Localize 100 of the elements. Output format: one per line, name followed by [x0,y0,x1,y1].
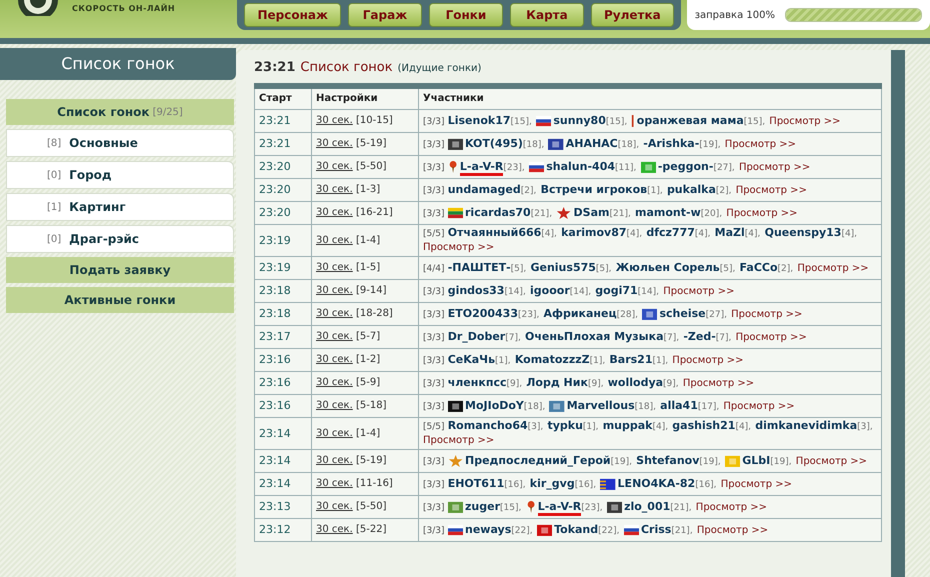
player-link[interactable]: pukalka [666,182,716,196]
player-link[interactable]: -Zed- [683,330,716,342]
settings-link[interactable]: 30 сек. [316,262,353,273]
view-link[interactable]: Просмотр >> [736,184,807,196]
view-link[interactable]: Просмотр >> [696,502,768,512]
view-link[interactable]: Просмотр >> [682,378,754,388]
player-link[interactable]: Marvellous [566,398,635,412]
player-link[interactable]: Африканец [544,306,617,320]
view-link[interactable]: Просмотр >> [726,208,798,218]
player-link[interactable]: gogi71 [595,284,638,296]
nav-button[interactable]: Персонаж [244,3,341,27]
settings-link[interactable]: 30 сек. [316,524,353,535]
player-link[interactable]: muppak [602,419,652,432]
player-link[interactable]: оранжевая мама [636,114,744,126]
settings-link[interactable]: 30 сек. [316,207,353,218]
player-link[interactable]: FaCCo [740,260,778,274]
player-link[interactable]: -Arishka- [643,136,700,150]
player-link[interactable]: Встречи игроков [540,182,648,196]
player-link[interactable]: zlo_001 [624,500,670,512]
player-link[interactable]: Bars21 [609,352,652,366]
settings-link[interactable]: 30 сек. [316,184,353,195]
view-link[interactable]: Просмотр >> [724,138,796,150]
settings-link[interactable]: 30 сек. [316,308,353,319]
player-link[interactable]: Lisenok17 [448,114,511,126]
player-link[interactable]: CeKaЧь [448,352,496,366]
view-link[interactable]: Просмотр >> [736,332,807,342]
player-link[interactable]: typku [547,419,583,432]
player-link[interactable]: MaZl [714,226,745,239]
player-link[interactable]: ricardas70 [465,206,531,218]
menu-button[interactable]: Подать заявку [6,257,234,283]
player-link[interactable]: Отчаянный666 [448,226,542,239]
player-link[interactable]: KomatozzzZ [514,352,590,366]
player-link[interactable]: -peggon- [658,160,714,172]
player-link[interactable]: Жюльен Сорель [616,260,720,274]
category-item[interactable]: [0] Город [6,161,234,189]
nav-button[interactable]: Гараж [348,3,422,27]
menu-header[interactable]: Список гонок [9/25] [6,99,234,125]
settings-link[interactable]: 30 сек. [316,234,353,246]
settings-link[interactable]: 30 сек. [316,377,353,388]
player-link[interactable]: Queenspy13 [764,226,842,239]
view-link[interactable]: Просмотр >> [738,162,810,172]
view-link[interactable]: Просмотр >> [696,524,768,536]
settings-link[interactable]: 30 сек. [316,161,353,172]
player-link[interactable]: Лорд Ник [526,376,588,388]
view-link[interactable]: Просмотр >> [723,400,795,412]
category-item[interactable]: [1] Картинг [6,193,234,221]
player-link[interactable]: sunny80 [553,114,606,126]
settings-link[interactable]: 30 сек. [316,428,353,438]
view-link[interactable]: Просмотр >> [797,262,869,274]
player-link[interactable]: DSam [574,206,610,218]
player-link[interactable]: igooor [530,284,570,296]
view-link[interactable]: Просмотр >> [672,354,744,366]
view-link[interactable]: Просмотр >> [663,286,734,296]
player-link[interactable]: undamaged [448,182,521,196]
player-link[interactable]: shalun-404 [546,160,615,172]
view-link[interactable]: Просмотр >> [796,456,868,466]
settings-link[interactable]: 30 сек. [316,331,353,342]
settings-link[interactable]: 30 сек. [316,354,353,365]
settings-link[interactable]: 30 сек. [316,400,353,411]
player-link[interactable]: wollodya [608,376,664,388]
menu-button[interactable]: Активные гонки [6,287,234,313]
player-link[interactable]: Предпоследний_Герой [465,454,611,466]
settings-link[interactable]: 30 сек. [316,478,353,489]
settings-link[interactable]: 30 сек. [316,285,353,296]
view-link[interactable]: Просмотр >> [423,435,494,446]
player-link[interactable]: neways [465,522,512,536]
player-link[interactable]: gashish21 [672,419,736,432]
player-link[interactable]: членкпсс [448,376,506,388]
player-link[interactable]: Dr_Dober [448,330,506,342]
category-item[interactable]: [0] Драг-рэйс [6,225,234,253]
nav-button[interactable]: Рулетка [590,3,674,27]
player-link[interactable]: Romancho64 [448,419,528,432]
view-link[interactable]: Просмотр >> [423,242,494,253]
player-link[interactable]: Shtefanov [636,454,700,466]
player-link[interactable]: karimov87 [561,226,627,239]
settings-link[interactable]: 30 сек. [316,138,353,149]
player-link[interactable]: Criss [640,522,672,536]
player-link[interactable]: gindos33 [448,284,504,296]
view-link[interactable]: Просмотр >> [731,308,802,320]
player-link[interactable]: KOT(495) [465,136,523,150]
player-link[interactable]: ОченьПлохая Музыка [525,330,664,342]
player-link[interactable]: LENO4KA-82 [618,476,696,490]
settings-link[interactable]: 30 сек. [316,115,353,126]
player-link[interactable]: scheise [659,306,706,320]
player-link[interactable]: L-a-V-R [538,500,582,516]
settings-link[interactable]: 30 сек. [316,501,353,512]
player-link[interactable]: dimkanevidimka [755,419,858,432]
player-link[interactable]: L-a-V-R [460,160,504,176]
player-link[interactable]: alla41 [660,398,698,412]
player-link[interactable]: GLbI [742,454,770,466]
player-link[interactable]: EHOT611 [448,476,504,490]
player-link[interactable]: zuger [465,500,500,512]
player-link[interactable]: АНАНАС [566,136,618,150]
player-link[interactable]: mamont-w [635,206,701,218]
nav-button[interactable]: Гонки [428,3,503,27]
player-link[interactable]: Tokand [554,522,598,536]
player-link[interactable]: kir_gvg [530,476,575,490]
view-link[interactable]: Просмотр >> [720,478,792,490]
settings-link[interactable]: 30 сек. [316,455,353,466]
view-link[interactable]: Просмотр >> [769,116,841,126]
